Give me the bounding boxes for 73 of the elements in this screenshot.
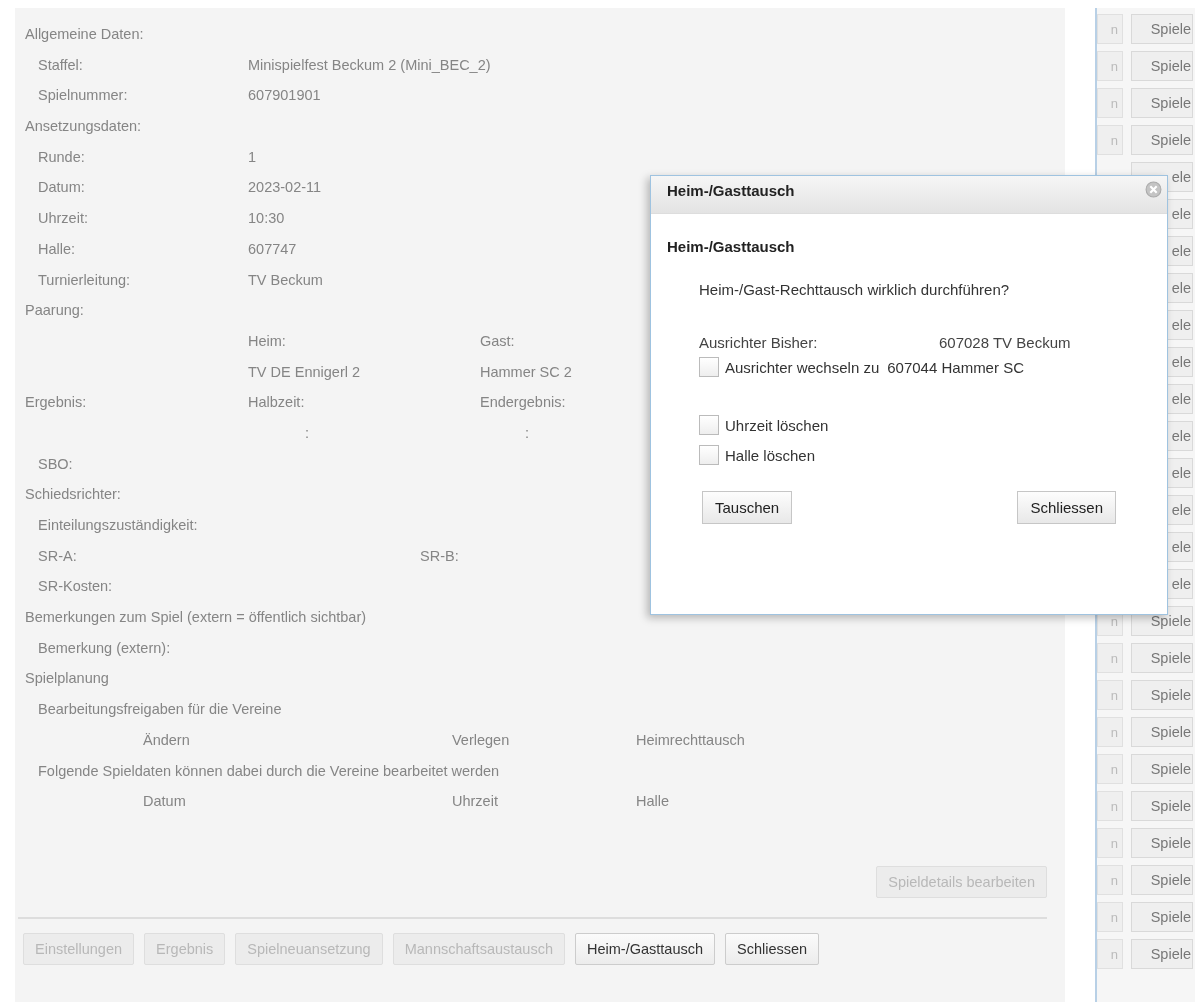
field-label: Spielnummer: bbox=[38, 87, 128, 104]
field-label: Einteilungszuständigkeit: bbox=[38, 517, 198, 533]
field-label: Datum: bbox=[38, 179, 85, 196]
field-label: Bearbeitungsfreigaben für die Vereine bbox=[38, 701, 282, 718]
footer-button[interactable]: Schliessen bbox=[725, 932, 820, 965]
list-button[interactable]: Spiele bbox=[1131, 828, 1193, 858]
list-button[interactable]: Spiele bbox=[1131, 939, 1193, 969]
list-button[interactable]: Spiele bbox=[1131, 902, 1193, 932]
field-value: : bbox=[305, 424, 310, 441]
field-label: Uhrzeit: bbox=[38, 210, 88, 227]
list-button[interactable]: Spiele bbox=[1131, 754, 1193, 784]
field-label: Halle: bbox=[38, 240, 76, 257]
field-value: Halle bbox=[636, 793, 670, 810]
checkbox-label: Uhrzeit löschen bbox=[725, 416, 829, 434]
field-label: Ansetzungsdaten: bbox=[25, 118, 142, 135]
field-label: Runde: bbox=[38, 148, 85, 165]
field-label: Spielplanung bbox=[25, 670, 109, 687]
field-label: Bemerkung (extern): bbox=[38, 639, 171, 656]
field-value: 10:30 bbox=[248, 210, 285, 227]
host-value: 607028 TV Beckum bbox=[939, 334, 1071, 351]
field-value: 607747 bbox=[248, 240, 297, 257]
field-label: Schiedsrichter: bbox=[25, 486, 121, 503]
field-value: : bbox=[525, 424, 530, 441]
field-value: Uhrzeit bbox=[452, 793, 498, 810]
field-label: SR-A: bbox=[38, 547, 77, 564]
field-value: TV Beckum bbox=[248, 271, 323, 288]
field-value: Verlegen bbox=[452, 731, 510, 748]
field-value: Heimrechttausch bbox=[636, 731, 745, 748]
list-button[interactable]: Spiele bbox=[1131, 88, 1193, 118]
checkbox[interactable] bbox=[699, 415, 719, 435]
field-label: Folgende Spieldaten können dabei durch die Vereine bearbeitet werden bbox=[38, 762, 500, 779]
dialog-heading: Heim-/Gasttausch bbox=[667, 238, 796, 255]
field-label: Bemerkungen zum Spiel (extern = öffentlich sichtbar) bbox=[25, 609, 367, 626]
field-value: Hammer SC 2 bbox=[480, 363, 572, 380]
field-value: Halbzeit: bbox=[248, 394, 305, 411]
field-value: SR-B: bbox=[420, 547, 459, 564]
list-button[interactable]: Spiele bbox=[1131, 14, 1193, 44]
field-value: Minispielfest Beckum 2 (Mini_BEC_2) bbox=[248, 56, 491, 73]
field-value: TV DE Ennigerl 2 bbox=[248, 363, 361, 380]
list-button[interactable]: Spiele bbox=[1131, 643, 1193, 673]
field-label: SR-Kosten: bbox=[38, 578, 113, 595]
field-label: Staffel: bbox=[38, 56, 83, 73]
list-button[interactable]: Spiele bbox=[1131, 51, 1193, 81]
checkbox[interactable] bbox=[699, 445, 719, 465]
field-value: 2023-02-11 bbox=[248, 179, 322, 196]
list-button[interactable]: Spiele bbox=[1131, 680, 1193, 710]
field-value: Ändern bbox=[143, 731, 190, 748]
checkbox-label: Ausrichter wechseln zu bbox=[725, 358, 880, 376]
field-label: Paarung: bbox=[25, 302, 84, 319]
field-label: Turnierleitung: bbox=[38, 271, 131, 288]
dialog-button[interactable]: Tauschen bbox=[702, 491, 793, 524]
field-label: Allgemeine Daten: bbox=[25, 26, 144, 42]
field-value: Heim: bbox=[248, 332, 286, 349]
field-label: SBO: bbox=[38, 455, 73, 472]
dialog-question: Heim-/Gast-Rechttausch wirklich durchführen? bbox=[699, 281, 1011, 298]
field-value: 1 bbox=[248, 148, 257, 165]
field-value: Endergebnis: bbox=[480, 394, 566, 411]
host-label: Ausrichter Bisher: bbox=[699, 334, 819, 351]
list-button[interactable]: Spiele bbox=[1131, 125, 1193, 155]
close-icon[interactable] bbox=[1145, 181, 1162, 198]
checkbox-label: Halle löschen bbox=[725, 446, 816, 464]
list-button[interactable]: Spiele bbox=[1131, 717, 1193, 747]
field-value: Gast: bbox=[480, 332, 515, 349]
footer-button[interactable]: Heim-/Gasttausch bbox=[575, 932, 716, 965]
checkbox[interactable] bbox=[699, 357, 719, 377]
host-value: 607044 Hammer SC bbox=[887, 358, 1024, 376]
list-button[interactable]: Spiele bbox=[1131, 865, 1193, 895]
list-button[interactable]: Spiele bbox=[1131, 791, 1193, 821]
field-label: Ergebnis: bbox=[25, 394, 87, 411]
dialog-title: Heim-/Gasttausch bbox=[667, 182, 795, 199]
field-value: 607901901 bbox=[248, 87, 321, 104]
field-value: Datum bbox=[143, 793, 186, 810]
dialog-button[interactable]: Schliessen bbox=[1017, 491, 1116, 524]
